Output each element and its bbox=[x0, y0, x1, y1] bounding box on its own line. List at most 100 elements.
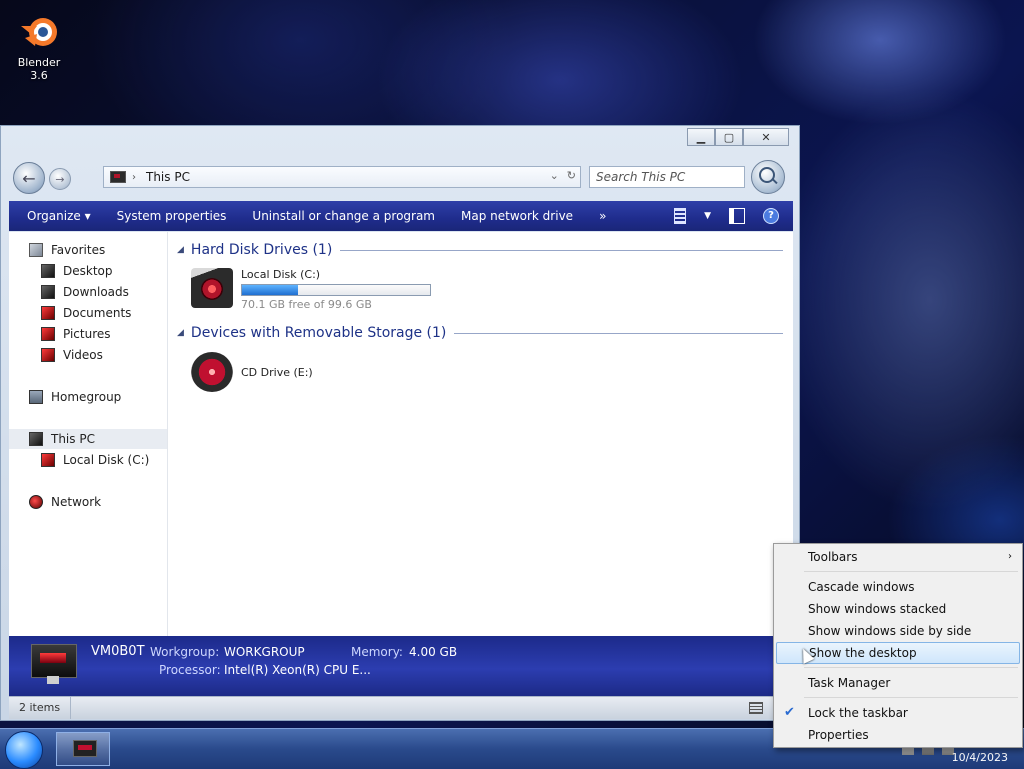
preview-pane-icon[interactable] bbox=[729, 208, 745, 224]
sidebar-item-videos[interactable]: Videos bbox=[9, 345, 167, 365]
sidebar-item-label: Favorites bbox=[51, 243, 106, 257]
search-icon[interactable] bbox=[751, 160, 785, 194]
refresh-icon[interactable]: ↻ bbox=[567, 169, 576, 182]
menu-item-label: Task Manager bbox=[808, 676, 891, 690]
group-header-hdd[interactable]: ◢ Hard Disk Drives (1) bbox=[177, 240, 783, 260]
close-button[interactable]: ✕ bbox=[743, 128, 789, 146]
menu-separator bbox=[804, 697, 1018, 698]
memory-label: Memory: bbox=[351, 645, 403, 659]
taskbar-context-menu: Toolbars › Cascade windows Show windows … bbox=[773, 543, 1023, 748]
computer-large-icon bbox=[31, 644, 77, 678]
downloads-folder-icon bbox=[41, 285, 55, 299]
collapse-triangle-icon[interactable]: ◢ bbox=[177, 245, 184, 255]
group-divider bbox=[340, 249, 783, 251]
sidebar-item-label: Videos bbox=[63, 348, 103, 362]
group-divider bbox=[454, 332, 783, 334]
view-options-icon[interactable] bbox=[674, 208, 687, 224]
processor-value: Intel(R) Xeon(R) CPU E... bbox=[224, 663, 371, 677]
forward-button[interactable]: → bbox=[49, 168, 71, 190]
drive-cd-e[interactable]: CD Drive (E:) bbox=[191, 352, 313, 392]
desktop-icon-label: Blender 3.6 bbox=[17, 56, 61, 82]
menu-item-label: Lock the taskbar bbox=[808, 706, 908, 720]
menu-item-label: Toolbars bbox=[808, 550, 858, 564]
view-dropdown-icon[interactable]: ▼ bbox=[704, 211, 711, 221]
minimize-button[interactable]: ▁ bbox=[687, 128, 715, 146]
command-bar: Organize ▾ System properties Uninstall o… bbox=[9, 201, 793, 231]
taskbar-explorer-button[interactable] bbox=[56, 732, 110, 766]
disk-usage-fill bbox=[242, 285, 299, 295]
navigation-pane: Favorites Desktop Downloads Documents Pi… bbox=[9, 232, 168, 636]
menu-item-properties[interactable]: Properties bbox=[776, 724, 1020, 746]
menu-item-label: Show windows stacked bbox=[808, 602, 947, 616]
sidebar-item-label: Downloads bbox=[63, 285, 129, 299]
sidebar-item-desktop[interactable]: Desktop bbox=[9, 261, 167, 281]
checkmark-icon: ✔ bbox=[784, 705, 795, 720]
computer-stand bbox=[47, 676, 59, 684]
desktop-icon-blender[interactable]: Blender 3.6 bbox=[8, 12, 70, 82]
computer-name: VM0B0T bbox=[91, 644, 145, 659]
forward-arrow-icon: → bbox=[55, 172, 65, 186]
menu-item-task-manager[interactable]: Task Manager bbox=[776, 672, 1020, 694]
search-input[interactable]: Search This PC bbox=[589, 166, 745, 188]
group-header-removable[interactable]: ◢ Devices with Removable Storage (1) bbox=[177, 323, 783, 343]
organize-button[interactable]: Organize ▾ bbox=[9, 209, 104, 223]
drive-name: Local Disk (C:) bbox=[241, 268, 321, 281]
map-network-drive-button[interactable]: Map network drive bbox=[448, 209, 586, 223]
start-button[interactable] bbox=[5, 731, 43, 769]
collapse-triangle-icon[interactable]: ◢ bbox=[177, 328, 184, 338]
maximize-button[interactable]: ▢ bbox=[715, 128, 743, 146]
hard-drive-icon bbox=[191, 268, 233, 308]
help-icon[interactable]: ? bbox=[763, 208, 779, 224]
menu-item-label: Cascade windows bbox=[808, 580, 915, 594]
processor-label: Processor: bbox=[159, 663, 221, 677]
menu-item-label: Show windows side by side bbox=[808, 624, 972, 638]
system-properties-button[interactable]: System properties bbox=[104, 209, 240, 223]
address-bar[interactable]: › This PC ⌄ ↻ bbox=[103, 166, 581, 188]
menu-item-toolbars[interactable]: Toolbars › bbox=[776, 546, 1020, 568]
sidebar-item-label: Pictures bbox=[63, 327, 111, 341]
drive-local-disk-c[interactable]: Local Disk (C:) 70.1 GB free of 99.6 GB bbox=[191, 268, 431, 311]
pictures-folder-icon bbox=[41, 327, 55, 341]
sidebar-item-pictures[interactable]: Pictures bbox=[9, 324, 167, 344]
sidebar-item-label: This PC bbox=[51, 432, 95, 446]
sidebar-item-favorites[interactable]: Favorites bbox=[9, 240, 167, 260]
menu-item-show-side-by-side[interactable]: Show windows side by side bbox=[776, 620, 1020, 642]
breadcrumb-this-pc[interactable]: This PC bbox=[146, 170, 190, 184]
content-pane: ◢ Hard Disk Drives (1) Local Disk (C:) 7… bbox=[177, 232, 793, 636]
documents-folder-icon bbox=[41, 306, 55, 320]
sidebar-item-local-disk[interactable]: Local Disk (C:) bbox=[9, 450, 167, 470]
sidebar-item-network[interactable]: Network bbox=[9, 492, 167, 512]
sidebar-item-label: Local Disk (C:) bbox=[63, 453, 150, 467]
computer-icon bbox=[110, 171, 126, 183]
disk-usage-bar bbox=[241, 284, 431, 296]
blender-icon bbox=[17, 12, 61, 52]
sidebar-item-documents[interactable]: Documents bbox=[9, 303, 167, 323]
desktop-folder-icon bbox=[41, 264, 55, 278]
workgroup-label: Workgroup: bbox=[150, 645, 220, 659]
item-count: 2 items bbox=[9, 697, 72, 719]
window-controls: ▁ ▢ ✕ bbox=[687, 128, 789, 146]
more-commands-button[interactable]: » bbox=[586, 209, 619, 223]
menu-item-label: Properties bbox=[808, 728, 869, 742]
back-arrow-icon: ← bbox=[22, 168, 36, 188]
menu-item-cascade-windows[interactable]: Cascade windows bbox=[776, 576, 1020, 598]
submenu-arrow-icon: › bbox=[1008, 551, 1012, 562]
sidebar-item-label: Network bbox=[51, 495, 102, 509]
sidebar-item-downloads[interactable]: Downloads bbox=[9, 282, 167, 302]
back-button[interactable]: ← bbox=[13, 162, 45, 194]
menu-item-label: Show the desktop bbox=[809, 646, 917, 660]
details-view-icon[interactable] bbox=[749, 702, 763, 714]
cd-drive-icon bbox=[191, 352, 233, 392]
address-dropdown-icon[interactable]: ⌄ bbox=[550, 169, 559, 182]
menu-item-show-windows-stacked[interactable]: Show windows stacked bbox=[776, 598, 1020, 620]
menu-item-lock-taskbar[interactable]: ✔ Lock the taskbar bbox=[776, 702, 1020, 724]
breadcrumb-chevron-icon[interactable]: › bbox=[132, 172, 136, 183]
workgroup-value: WORKGROUP bbox=[224, 645, 305, 659]
menu-item-show-desktop[interactable]: Show the desktop bbox=[776, 642, 1020, 664]
favorites-star-icon bbox=[29, 243, 43, 257]
taskbar-clock[interactable]: 10/4/2023 bbox=[952, 751, 1008, 764]
sidebar-item-homegroup[interactable]: Homegroup bbox=[9, 387, 167, 407]
sidebar-item-this-pc[interactable]: This PC bbox=[9, 429, 167, 449]
uninstall-program-button[interactable]: Uninstall or change a program bbox=[239, 209, 448, 223]
explorer-window: ▁ ▢ ✕ ← → › This PC ⌄ ↻ Search This PC O… bbox=[0, 125, 800, 721]
